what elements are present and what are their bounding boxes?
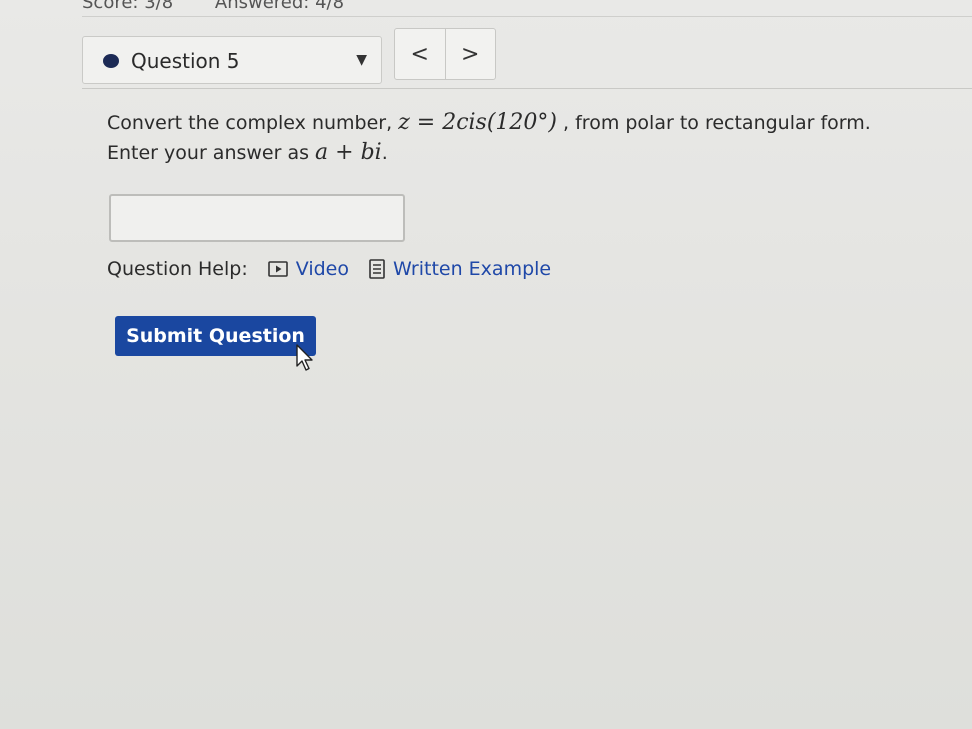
- status-dot: [103, 54, 119, 68]
- prompt-line-2: Enter your answer as a + bi.: [107, 138, 907, 168]
- prompt-text: , from polar to rectangular form.: [557, 112, 871, 134]
- question-select-label: Question 5: [131, 49, 240, 73]
- divider: [82, 16, 972, 17]
- next-question-button[interactable]: >: [444, 29, 496, 79]
- answer-form-expression: a + bi: [315, 140, 382, 165]
- previous-question-button[interactable]: <: [395, 29, 445, 79]
- answer-input[interactable]: [109, 194, 405, 242]
- chevron-down-icon: ▼: [356, 52, 367, 68]
- instruction-text: .: [381, 142, 388, 164]
- written-example-label: Written Example: [392, 258, 552, 280]
- question-help-label: Question Help:: [107, 258, 248, 280]
- written-example-link[interactable]: Written Example: [369, 258, 551, 280]
- complex-number-expression: z = 2cis(120°): [398, 110, 557, 135]
- prev-next-group: < >: [394, 28, 496, 80]
- answered-text: Answered: 4/8: [214, 0, 345, 13]
- score-text: Score: 3/8: [82, 0, 174, 13]
- score-bar: Score: 3/8 Answered: 4/8: [82, 0, 345, 13]
- question-navigation: Question 5 ▼ < >: [82, 28, 972, 88]
- question-select[interactable]: Question 5 ▼: [82, 36, 382, 84]
- video-help-label: Video: [295, 258, 349, 280]
- instruction-text: Enter your answer as: [107, 142, 316, 164]
- prompt-line-1: Convert the complex number, z = 2cis(120…: [107, 108, 907, 138]
- mouse-cursor-icon: [296, 344, 316, 376]
- question-help: Question Help: Video Written Example: [107, 258, 551, 280]
- question-prompt: Convert the complex number, z = 2cis(120…: [107, 108, 907, 168]
- submit-question-button[interactable]: Submit Question: [115, 316, 316, 356]
- document-icon: [369, 259, 385, 279]
- video-icon: [267, 261, 288, 277]
- divider: [82, 88, 972, 89]
- video-help-link[interactable]: Video: [267, 258, 349, 280]
- prompt-text: Convert the complex number,: [107, 112, 399, 134]
